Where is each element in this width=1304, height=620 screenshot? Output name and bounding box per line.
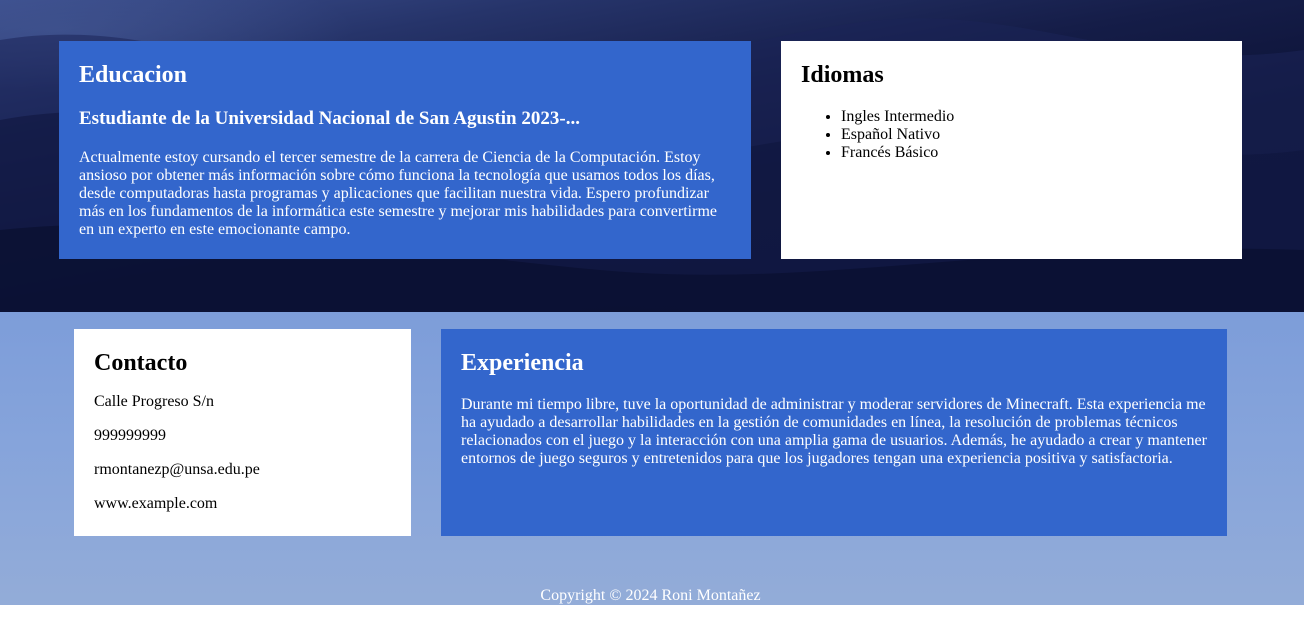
contact-website: www.example.com: [94, 495, 218, 512]
contact-phone: 999999999: [94, 427, 166, 444]
language-item: Ingles Intermedio: [841, 108, 1222, 126]
language-item: Francés Básico: [841, 144, 1222, 162]
experience-title: Experiencia: [461, 350, 584, 376]
contact-card: Contacto Calle Progreso S/n 999999999 rm…: [74, 329, 411, 536]
footer: Copyright © 2024 Roni Montañez: [0, 586, 1304, 606]
education-card: Educacion Estudiante de la Universidad N…: [59, 41, 751, 259]
experience-card: Experiencia Durante mi tiempo libre, tuv…: [441, 329, 1227, 536]
contact-email: rmontanezp@unsa.edu.pe: [94, 461, 260, 478]
languages-list: Ingles Intermedio Español Nativo Francés…: [801, 108, 1222, 162]
contact-address: Calle Progreso S/n: [94, 393, 214, 410]
experience-description: Durante mi tiempo libre, tuve la oportun…: [461, 396, 1207, 467]
languages-card: Idiomas Ingles Intermedio Español Nativo…: [781, 41, 1242, 259]
language-item: Español Nativo: [841, 126, 1222, 144]
languages-title: Idiomas: [801, 62, 884, 88]
page: Educacion Estudiante de la Universidad N…: [0, 0, 1304, 620]
copyright-text: Copyright © 2024 Roni Montañez: [540, 587, 761, 604]
education-title: Educacion: [79, 62, 188, 88]
education-description: Actualmente estoy cursando el tercer sem…: [79, 149, 717, 238]
contact-title: Contacto: [94, 350, 188, 376]
education-subtitle: Estudiante de la Universidad Nacional de…: [79, 108, 580, 129]
